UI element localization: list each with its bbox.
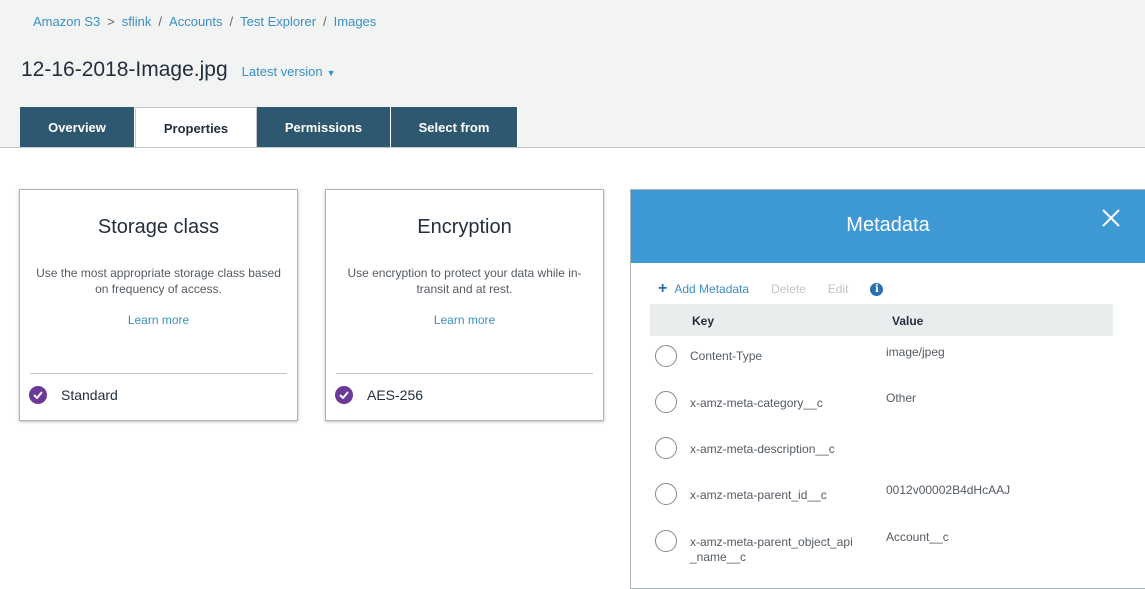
check-circle-icon [335,386,353,404]
row-value: Other [886,391,917,405]
column-header-value: Value [892,314,924,328]
encryption-description: Use encryption to protect your data whil… [347,266,582,296]
column-header-key: Key [692,314,715,328]
breadcrumb-item-sflink[interactable]: sflink [122,14,152,29]
storage-class-value: Standard [61,387,118,403]
breadcrumb-item-amazon-s3[interactable]: Amazon S3 [33,14,100,29]
page-title: 12-16-2018-Image.jpg [21,58,228,81]
tab-bar: Overview Properties Permissions Select f… [20,107,518,148]
encryption-value: AES-256 [367,387,424,403]
table-row[interactable]: x-amz-meta-description__c [655,437,1115,467]
card-divider [336,373,593,374]
table-row[interactable]: x-amz-meta-category__c Other [655,391,1115,421]
breadcrumb: Amazon S3 > sflink / Accounts / Test Exp… [33,14,376,29]
storage-class-title: Storage class [97,216,220,238]
plus-icon: + [658,280,668,297]
tab-divider [0,147,1145,148]
tab-permissions[interactable]: Permissions [257,107,391,147]
row-value: Account__c [886,530,949,544]
row-value: image/jpeg [886,345,945,359]
row-radio[interactable] [655,483,677,505]
breadcrumb-separator: / [323,14,327,29]
breadcrumb-separator: / [158,14,163,29]
row-radio[interactable] [655,530,677,552]
table-row[interactable]: x-amz-meta-parent_id__c 0012v00002B4dHcA… [655,483,1115,513]
edit-button[interactable]: Edit [828,282,849,296]
metadata-title: Metadata [846,214,930,236]
storage-class-description: Use the most appropriate storage class b… [36,266,281,296]
metadata-panel: Metadata + Add Metadata Delete Edit i Ke… [630,189,1145,589]
card-divider [30,373,287,374]
row-key: x-amz-meta-parent_object_api_name__c [690,535,853,564]
version-label: Latest version [241,64,323,79]
breadcrumb-item-test-explorer[interactable]: Test Explorer [240,14,316,29]
storage-class-selection: Standard [29,386,118,404]
title-row: 12-16-2018-Image.jpg Latest version ▼ [21,58,336,82]
tab-properties[interactable]: Properties [135,107,257,148]
add-metadata-label: Add Metadata [674,282,750,296]
check-circle-icon [29,386,47,404]
metadata-header: Metadata [631,190,1145,263]
tab-select-from[interactable]: Select from [391,107,518,147]
storage-class-learn-more-link[interactable]: Learn more [20,313,297,327]
close-icon[interactable] [1101,208,1121,233]
row-key: x-amz-meta-category__c [690,396,823,410]
row-radio[interactable] [655,437,677,459]
row-radio[interactable] [655,391,677,413]
breadcrumb-separator: / [229,14,234,29]
breadcrumb-separator: > [107,14,115,29]
encryption-learn-more-link[interactable]: Learn more [326,313,603,327]
table-row[interactable]: Content-Type image/jpeg [655,345,1115,375]
breadcrumb-item-accounts[interactable]: Accounts [169,14,222,29]
table-row[interactable]: x-amz-meta-parent_object_api_name__c Acc… [655,530,1115,570]
row-radio[interactable] [655,345,677,367]
delete-button[interactable]: Delete [771,282,806,296]
encryption-selection: AES-256 [335,386,423,404]
info-icon[interactable]: i [870,282,884,296]
row-key: x-amz-meta-parent_id__c [690,488,827,502]
row-key: x-amz-meta-description__c [690,442,835,456]
metadata-table-header: Key Value [650,304,1113,336]
metadata-actions: + Add Metadata Delete Edit i [658,280,884,298]
row-key: Content-Type [690,349,763,363]
breadcrumb-item-images[interactable]: Images [334,14,377,29]
storage-class-card[interactable]: Storage class Use the most appropriate s… [19,189,298,421]
version-dropdown[interactable]: Latest version ▼ [242,64,336,79]
add-metadata-button[interactable]: + Add Metadata [658,280,749,298]
tab-overview[interactable]: Overview [20,107,135,147]
row-value: 0012v00002B4dHcAAJ [886,483,1011,497]
chevron-down-icon: ▼ [326,68,336,78]
encryption-card[interactable]: Encryption Use encryption to protect you… [325,189,604,421]
encryption-title: Encryption [417,216,512,238]
